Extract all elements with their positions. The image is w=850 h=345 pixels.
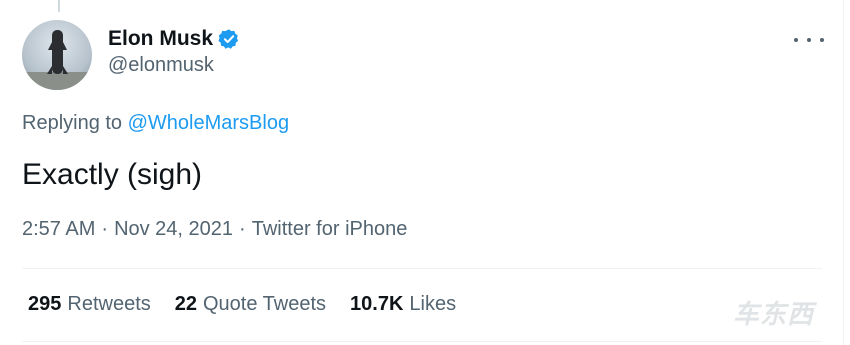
retweets-stat[interactable]: 295 Retweets (28, 293, 151, 316)
retweets-count: 295 (28, 293, 62, 315)
author-names: Elon Musk @elonmusk (108, 26, 240, 77)
likes-count: 10.7K (350, 293, 404, 315)
starship-avatar-image (22, 30, 92, 90)
tweet-text: Exactly (sigh) (22, 158, 203, 191)
more-options-icon[interactable] (794, 30, 824, 50)
replying-to-label: Replying to (22, 112, 123, 134)
replying-to: Replying to @WholeMarsBlog (22, 112, 289, 135)
quote-tweets-count: 22 (174, 293, 197, 315)
divider (22, 341, 822, 342)
likes-label: Likes (409, 293, 457, 315)
thread-connector-line (58, 0, 60, 12)
retweets-label: Retweets (67, 293, 151, 315)
engagement-stats: 295 Retweets 22 Quote Tweets 10.7K Likes (28, 293, 480, 316)
display-name-row[interactable]: Elon Musk (108, 26, 240, 52)
tweet-header: Elon Musk @elonmusk (22, 20, 240, 90)
author-handle[interactable]: @elonmusk (108, 54, 240, 77)
timeline-border (843, 0, 844, 345)
meta-separator: · (239, 218, 246, 240)
tweet-time-link[interactable]: 2:57 AM (22, 218, 95, 240)
display-name[interactable]: Elon Musk (108, 27, 213, 51)
more-dot (820, 38, 824, 42)
meta-separator: · (101, 218, 109, 240)
watermark: 车东西 (732, 299, 814, 329)
reply-mention-link[interactable]: @WholeMarsBlog (128, 112, 289, 134)
tweet-date-link[interactable]: Nov 24, 2021 (114, 218, 233, 240)
tweet-source-link[interactable]: Twitter for iPhone (252, 218, 408, 240)
more-dot (807, 38, 811, 42)
more-dot (794, 38, 798, 42)
tweet-meta: 2:57 AM · Nov 24, 2021 · Twitter for iPhone (22, 218, 407, 241)
likes-stat[interactable]: 10.7K Likes (350, 293, 456, 316)
verified-badge-icon (218, 28, 240, 50)
quote-tweets-stat[interactable]: 22 Quote Tweets (175, 293, 326, 316)
divider (22, 268, 822, 269)
avatar[interactable] (22, 20, 92, 90)
quote-tweets-label: Quote Tweets (203, 293, 327, 315)
